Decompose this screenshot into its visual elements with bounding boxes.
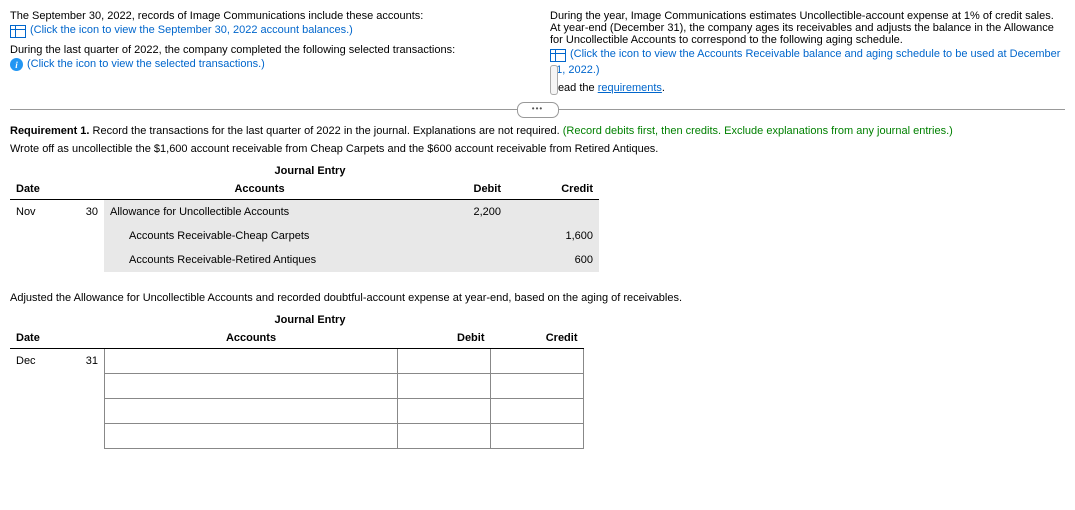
account-input[interactable] bbox=[105, 399, 398, 424]
credit-cell bbox=[507, 200, 599, 225]
balances-link[interactable]: (Click the icon to view the September 30… bbox=[30, 24, 353, 36]
requirements-link[interactable]: requirements bbox=[598, 82, 662, 94]
credit-cell: 1,600 bbox=[507, 224, 599, 248]
header-credit: Credit bbox=[507, 179, 599, 200]
credit-cell: 600 bbox=[507, 248, 599, 272]
journal-title-2: Journal Entry bbox=[120, 314, 500, 326]
month-cell: Nov bbox=[10, 200, 62, 225]
info-icon[interactable]: i bbox=[10, 58, 23, 71]
intro-line2: During the last quarter of 2022, the com… bbox=[10, 44, 510, 56]
account-cell: Allowance for Uncollectible Accounts bbox=[104, 200, 415, 225]
period: . bbox=[662, 82, 665, 94]
journal-table-2: Date Accounts Debit Credit Dec 31 bbox=[10, 328, 584, 449]
intro-line1: The September 30, 2022, records of Image… bbox=[10, 10, 510, 22]
header-accounts: Accounts bbox=[105, 328, 398, 349]
table-icon[interactable] bbox=[10, 25, 26, 38]
account-input[interactable] bbox=[105, 424, 398, 449]
header-credit: Credit bbox=[491, 328, 584, 349]
day-cell: 31 bbox=[62, 349, 105, 374]
aging-link-a[interactable]: (Click the icon to view the Accounts Rec… bbox=[570, 48, 1060, 60]
header-debit: Debit bbox=[415, 179, 507, 200]
debit-cell bbox=[415, 224, 507, 248]
right-paragraph: During the year, Image Communications es… bbox=[550, 10, 1065, 46]
transactions-link[interactable]: (Click the icon to view the selected tra… bbox=[27, 58, 265, 70]
entry2-desc: Adjusted the Allowance for Uncollectible… bbox=[10, 292, 1065, 304]
journal-table-1: Date Accounts Debit Credit Nov 30 Allowa… bbox=[10, 179, 599, 272]
entry1-desc: Wrote off as uncollectible the $1,600 ac… bbox=[10, 143, 1065, 155]
debit-cell: 2,200 bbox=[415, 200, 507, 225]
credit-input[interactable] bbox=[491, 349, 584, 374]
debit-input[interactable] bbox=[398, 399, 491, 424]
credit-input[interactable] bbox=[491, 399, 584, 424]
requirement-note: (Record debits first, then credits. Excl… bbox=[563, 125, 953, 137]
header-date: Date bbox=[10, 328, 105, 349]
table-icon[interactable] bbox=[550, 49, 566, 62]
month-cell: Dec bbox=[10, 349, 62, 374]
expand-button[interactable]: ••• bbox=[517, 102, 559, 118]
day-cell: 30 bbox=[62, 200, 104, 225]
credit-input[interactable] bbox=[491, 424, 584, 449]
debit-input[interactable] bbox=[398, 374, 491, 399]
header-date: Date bbox=[10, 179, 104, 200]
requirement-label: Requirement 1. bbox=[10, 125, 89, 137]
journal-title-1: Journal Entry bbox=[120, 165, 500, 177]
header-accounts: Accounts bbox=[104, 179, 415, 200]
aging-link-b[interactable]: 31, 2022.) bbox=[550, 64, 1065, 76]
debit-cell bbox=[415, 248, 507, 272]
header-debit: Debit bbox=[398, 328, 491, 349]
debit-input[interactable] bbox=[398, 424, 491, 449]
pane-collapse-handle[interactable] bbox=[550, 65, 558, 95]
credit-input[interactable] bbox=[491, 374, 584, 399]
debit-input[interactable] bbox=[398, 349, 491, 374]
account-input[interactable] bbox=[105, 349, 398, 374]
requirement-text: Record the transactions for the last qua… bbox=[89, 125, 562, 137]
account-input[interactable] bbox=[105, 374, 398, 399]
account-cell: Accounts Receivable-Retired Antiques bbox=[104, 248, 415, 272]
account-cell: Accounts Receivable-Cheap Carpets bbox=[104, 224, 415, 248]
